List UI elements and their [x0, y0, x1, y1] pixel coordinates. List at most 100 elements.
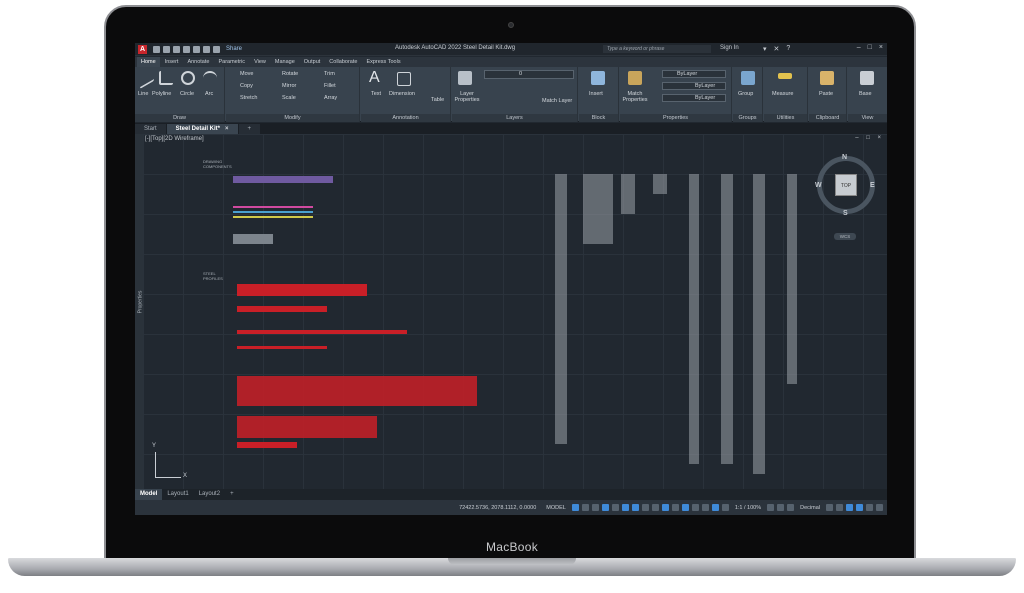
- search-input[interactable]: Type a keyword or phrase: [603, 45, 711, 53]
- base-button[interactable]: Base: [859, 91, 872, 97]
- insert-block-icon[interactable]: [591, 71, 605, 85]
- circle-button[interactable]: Circle: [180, 91, 194, 97]
- selection-cycling-icon[interactable]: [661, 504, 669, 511]
- viewcube-south[interactable]: S: [843, 210, 848, 217]
- tab-manage[interactable]: Manage: [271, 57, 299, 67]
- wcs-menu[interactable]: WCS: [834, 233, 856, 240]
- annotation-monitor-icon[interactable]: [777, 504, 785, 511]
- customization-menu-icon[interactable]: [876, 504, 883, 511]
- layer-properties-icon[interactable]: [458, 71, 472, 85]
- exchange-icon[interactable]: ✕: [774, 45, 780, 53]
- annotation-visibility-icon[interactable]: [711, 504, 719, 511]
- linetype-dropdown[interactable]: ByLayer: [662, 82, 726, 90]
- tab-start[interactable]: Start: [135, 124, 166, 134]
- tab-annotate[interactable]: Annotate: [183, 57, 213, 67]
- layer-dropdown[interactable]: 0: [484, 70, 574, 79]
- lineweight-dropdown[interactable]: ByLayer: [662, 94, 726, 102]
- properties-palette[interactable]: Properties: [135, 134, 143, 489]
- viewport-controls-label[interactable]: [-][Top][2D Wireframe]: [145, 136, 204, 142]
- viewcube-east[interactable]: E: [870, 182, 875, 189]
- base-view-icon[interactable]: [860, 71, 874, 85]
- tab-insert[interactable]: Insert: [161, 57, 183, 67]
- group-button[interactable]: Group: [738, 91, 753, 97]
- fillet-button[interactable]: Fillet: [324, 83, 336, 89]
- annotation-panel-title[interactable]: Annotation: [361, 114, 450, 122]
- coordinate-readout[interactable]: 72422.5736, 2078.1112, 0.0000: [459, 505, 536, 511]
- workspace-gear-icon[interactable]: [767, 504, 775, 511]
- units-dropdown[interactable]: Decimal: [800, 505, 820, 511]
- isodraft-icon[interactable]: [611, 504, 619, 511]
- groups-panel-title[interactable]: Groups: [733, 114, 762, 122]
- dimension-button[interactable]: Dimension: [389, 91, 415, 97]
- tab-model[interactable]: Model: [135, 489, 163, 500]
- match-properties-button[interactable]: Match Properties: [622, 91, 648, 103]
- new-icon[interactable]: [153, 45, 160, 53]
- close-icon[interactable]: ×: [879, 44, 883, 51]
- circle-icon[interactable]: [181, 71, 195, 85]
- tab-express-tools[interactable]: Express Tools: [362, 57, 404, 67]
- viewport-window-controls[interactable]: – □ ×: [855, 135, 884, 141]
- dimension-icon[interactable]: [397, 72, 411, 86]
- tab-home[interactable]: Home: [137, 57, 160, 67]
- layers-panel-title[interactable]: Layers: [452, 114, 577, 122]
- gizmo-icon[interactable]: [701, 504, 709, 511]
- tab-parametric[interactable]: Parametric: [214, 57, 249, 67]
- new-tab-button[interactable]: +: [238, 124, 261, 134]
- arc-icon[interactable]: [203, 71, 217, 85]
- line-button[interactable]: Line: [138, 91, 148, 97]
- open-icon[interactable]: [163, 45, 170, 53]
- move-button[interactable]: Move: [240, 71, 253, 77]
- quick-properties-icon[interactable]: [826, 504, 833, 511]
- table-button[interactable]: Table: [431, 97, 444, 103]
- clean-screen-icon[interactable]: [866, 504, 873, 511]
- stretch-button[interactable]: Stretch: [240, 95, 257, 101]
- match-properties-icon[interactable]: [628, 71, 642, 85]
- paste-button[interactable]: Paste: [819, 91, 833, 97]
- scale-button[interactable]: Scale: [282, 95, 296, 101]
- text-button[interactable]: Text: [371, 91, 381, 97]
- ortho-icon[interactable]: [591, 504, 599, 511]
- draw-panel-title[interactable]: Draw: [135, 114, 224, 122]
- add-layout-button[interactable]: +: [225, 489, 239, 500]
- cart-icon[interactable]: ▾: [763, 45, 767, 53]
- text-icon[interactable]: A: [369, 69, 380, 87]
- transparency-icon[interactable]: [651, 504, 659, 511]
- modify-panel-title[interactable]: Modify: [226, 114, 359, 122]
- properties-panel-title[interactable]: Properties: [620, 114, 731, 122]
- array-button[interactable]: Array: [324, 95, 337, 101]
- color-dropdown[interactable]: ByLayer: [662, 70, 726, 78]
- polyline-icon[interactable]: [159, 71, 173, 85]
- view-panel-title[interactable]: View: [848, 114, 887, 122]
- save-as-icon[interactable]: [183, 45, 190, 53]
- isolate-objects-icon[interactable]: [846, 504, 853, 511]
- maximize-icon[interactable]: □: [868, 44, 872, 51]
- insert-button[interactable]: Insert: [589, 91, 603, 97]
- polar-icon[interactable]: [601, 504, 609, 511]
- tab-steel-detail-kit[interactable]: Steel Detail Kit* ×: [166, 124, 238, 134]
- grid-icon[interactable]: [571, 504, 579, 511]
- tab-layout1[interactable]: Layout1: [162, 489, 193, 500]
- sign-in-button[interactable]: Sign In: [720, 45, 739, 51]
- save-icon[interactable]: [173, 45, 180, 53]
- help-icon[interactable]: ?: [786, 45, 790, 53]
- 3d-osnap-icon[interactable]: [671, 504, 679, 511]
- share-button[interactable]: Share: [226, 46, 242, 52]
- paste-icon[interactable]: [820, 71, 834, 85]
- undo-icon[interactable]: [203, 45, 210, 53]
- snap-icon[interactable]: [581, 504, 589, 511]
- copy-button[interactable]: Copy: [240, 83, 253, 89]
- trim-button[interactable]: Trim: [324, 71, 335, 77]
- viewcube-top-face[interactable]: TOP: [835, 174, 857, 196]
- viewcube-north[interactable]: N: [842, 154, 847, 161]
- units-icon[interactable]: [787, 504, 795, 511]
- lineweight-icon[interactable]: [641, 504, 649, 511]
- line-icon[interactable]: [140, 66, 154, 90]
- object-snap-icon[interactable]: [631, 504, 639, 511]
- tab-output[interactable]: Output: [300, 57, 325, 67]
- redo-icon[interactable]: [213, 45, 220, 53]
- annotation-scale[interactable]: 1:1 / 100%: [735, 505, 761, 511]
- tab-view[interactable]: View: [250, 57, 270, 67]
- autoscale-icon[interactable]: [721, 504, 729, 511]
- lock-ui-icon[interactable]: [836, 504, 843, 511]
- measure-button[interactable]: Measure: [772, 91, 793, 97]
